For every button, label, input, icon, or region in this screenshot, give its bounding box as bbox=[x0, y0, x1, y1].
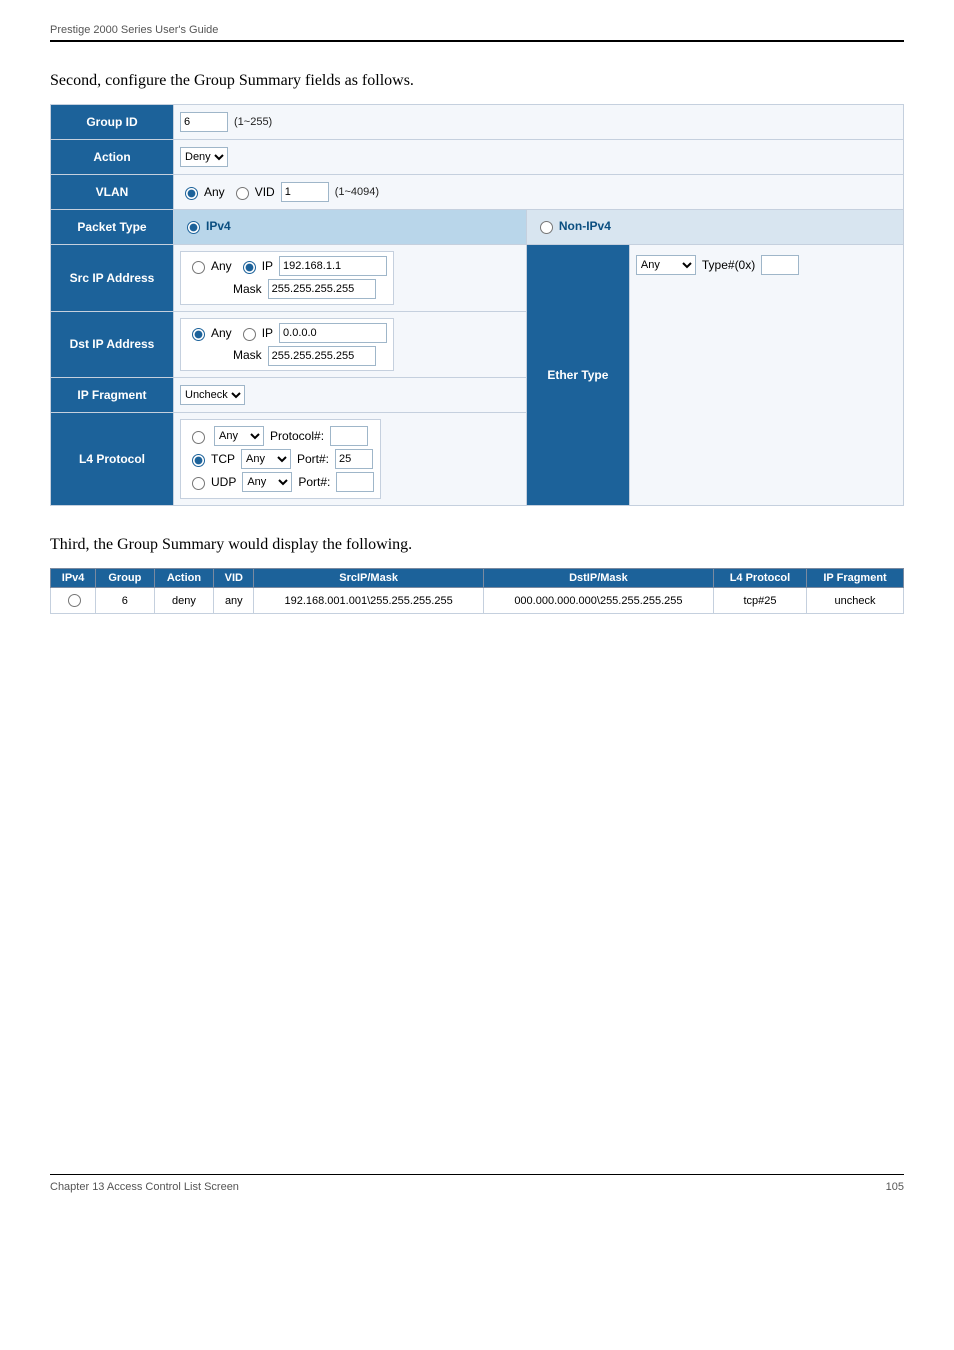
summary-table: IPv4 Group Action VID SrcIP/Mask DstIP/M… bbox=[50, 568, 904, 614]
select-l4-udp-any[interactable]: Any bbox=[242, 472, 292, 492]
text-l4-udp-port-label: Port#: bbox=[298, 475, 330, 489]
footer-right: 105 bbox=[886, 1181, 904, 1193]
th-dstip: DstIP/Mask bbox=[484, 569, 714, 588]
th-ipv4: IPv4 bbox=[51, 569, 96, 588]
radio-dstip-any[interactable] bbox=[192, 328, 205, 341]
input-l4-proto[interactable] bbox=[330, 426, 368, 446]
config-table: Group ID (1~255) Action Deny VLAN Any bbox=[50, 104, 904, 506]
hint-group-id: (1~255) bbox=[234, 116, 272, 128]
text-l4-tcp: TCP bbox=[211, 452, 235, 466]
cell-dstip: 000.000.000.000\255.255.255.255 bbox=[484, 588, 714, 614]
text-vlan-any: Any bbox=[204, 185, 225, 199]
header-left: Prestige 2000 Series User's Guide bbox=[50, 24, 218, 36]
radio-ipv4[interactable] bbox=[187, 221, 200, 234]
radio-l4-udp[interactable] bbox=[192, 477, 205, 490]
cell-group: 6 bbox=[96, 588, 154, 614]
label-src-ip: Src IP Address bbox=[51, 245, 174, 312]
input-group-id[interactable] bbox=[180, 112, 228, 132]
select-ether-type[interactable]: Any bbox=[636, 255, 696, 275]
input-l4-udp-port[interactable] bbox=[336, 472, 374, 492]
text-dstip-ip: IP bbox=[262, 322, 273, 345]
th-l4: L4 Protocol bbox=[713, 569, 806, 588]
text-dst-mask-label: Mask bbox=[233, 344, 262, 367]
th-srcip: SrcIP/Mask bbox=[254, 569, 484, 588]
input-src-ip[interactable] bbox=[279, 256, 387, 276]
text-l4-tcp-port-label: Port#: bbox=[297, 452, 329, 466]
input-dst-ip[interactable] bbox=[279, 323, 387, 343]
select-l4-proto-any[interactable]: Any bbox=[214, 426, 264, 446]
radio-vlan-vid[interactable] bbox=[236, 187, 249, 200]
text-dstip-any: Any bbox=[211, 322, 232, 345]
label-group-id: Group ID bbox=[51, 105, 174, 140]
input-ether-type[interactable] bbox=[761, 255, 799, 275]
radio-dstip-ip[interactable] bbox=[243, 328, 256, 341]
text-l4-udp: UDP bbox=[211, 475, 236, 489]
input-src-mask[interactable] bbox=[268, 279, 376, 299]
input-dst-mask[interactable] bbox=[268, 346, 376, 366]
label-ether-type: Ether Type bbox=[526, 245, 629, 506]
label-ip-fragment: IP Fragment bbox=[51, 378, 174, 413]
text-ipv4: IPv4 bbox=[206, 219, 231, 233]
input-vid[interactable] bbox=[281, 182, 329, 202]
label-vlan: VLAN bbox=[51, 175, 174, 210]
text-srcip-ip: IP bbox=[262, 255, 273, 278]
radio-nonipv4[interactable] bbox=[540, 221, 553, 234]
label-dst-ip: Dst IP Address bbox=[51, 311, 174, 378]
cell-vid: any bbox=[214, 588, 254, 614]
intro-text: Second, configure the Group Summary fiel… bbox=[50, 72, 904, 90]
select-action[interactable]: Deny bbox=[180, 147, 228, 167]
input-l4-tcp-port[interactable] bbox=[335, 449, 373, 469]
th-action: Action bbox=[154, 569, 214, 588]
footer-left: Chapter 13 Access Control List Screen bbox=[50, 1181, 239, 1193]
hint-vlan: (1~4094) bbox=[335, 186, 379, 198]
text-l4-proto-label: Protocol#: bbox=[270, 429, 324, 443]
text-src-mask-label: Mask bbox=[233, 278, 262, 301]
label-l4-protocol: L4 Protocol bbox=[51, 413, 174, 506]
table-row: 6 deny any 192.168.001.001\255.255.255.2… bbox=[51, 588, 904, 614]
text-srcip-any: Any bbox=[211, 255, 232, 278]
label-packet-type: Packet Type bbox=[51, 210, 174, 245]
radio-l4-tcp[interactable] bbox=[192, 454, 205, 467]
cell-srcip: 192.168.001.001\255.255.255.255 bbox=[254, 588, 484, 614]
radio-summary-row[interactable] bbox=[68, 594, 81, 607]
select-ip-fragment[interactable]: Uncheck bbox=[180, 385, 245, 405]
text-nonipv4: Non-IPv4 bbox=[559, 219, 611, 233]
label-action: Action bbox=[51, 140, 174, 175]
radio-srcip-ip[interactable] bbox=[243, 261, 256, 274]
intermediate-text: Third, the Group Summary would display t… bbox=[50, 536, 904, 554]
select-l4-tcp-any[interactable]: Any bbox=[241, 449, 291, 469]
text-vid-label: VID bbox=[255, 185, 275, 199]
radio-vlan-any[interactable] bbox=[185, 187, 198, 200]
cell-ipfrag: uncheck bbox=[807, 588, 904, 614]
cell-l4: tcp#25 bbox=[713, 588, 806, 614]
th-ipfrag: IP Fragment bbox=[807, 569, 904, 588]
th-group: Group bbox=[96, 569, 154, 588]
th-vid: VID bbox=[214, 569, 254, 588]
text-ether-type-label: Type#(0x) bbox=[702, 258, 755, 272]
radio-srcip-any[interactable] bbox=[192, 261, 205, 274]
radio-l4-any[interactable] bbox=[192, 431, 205, 444]
cell-action: deny bbox=[154, 588, 214, 614]
